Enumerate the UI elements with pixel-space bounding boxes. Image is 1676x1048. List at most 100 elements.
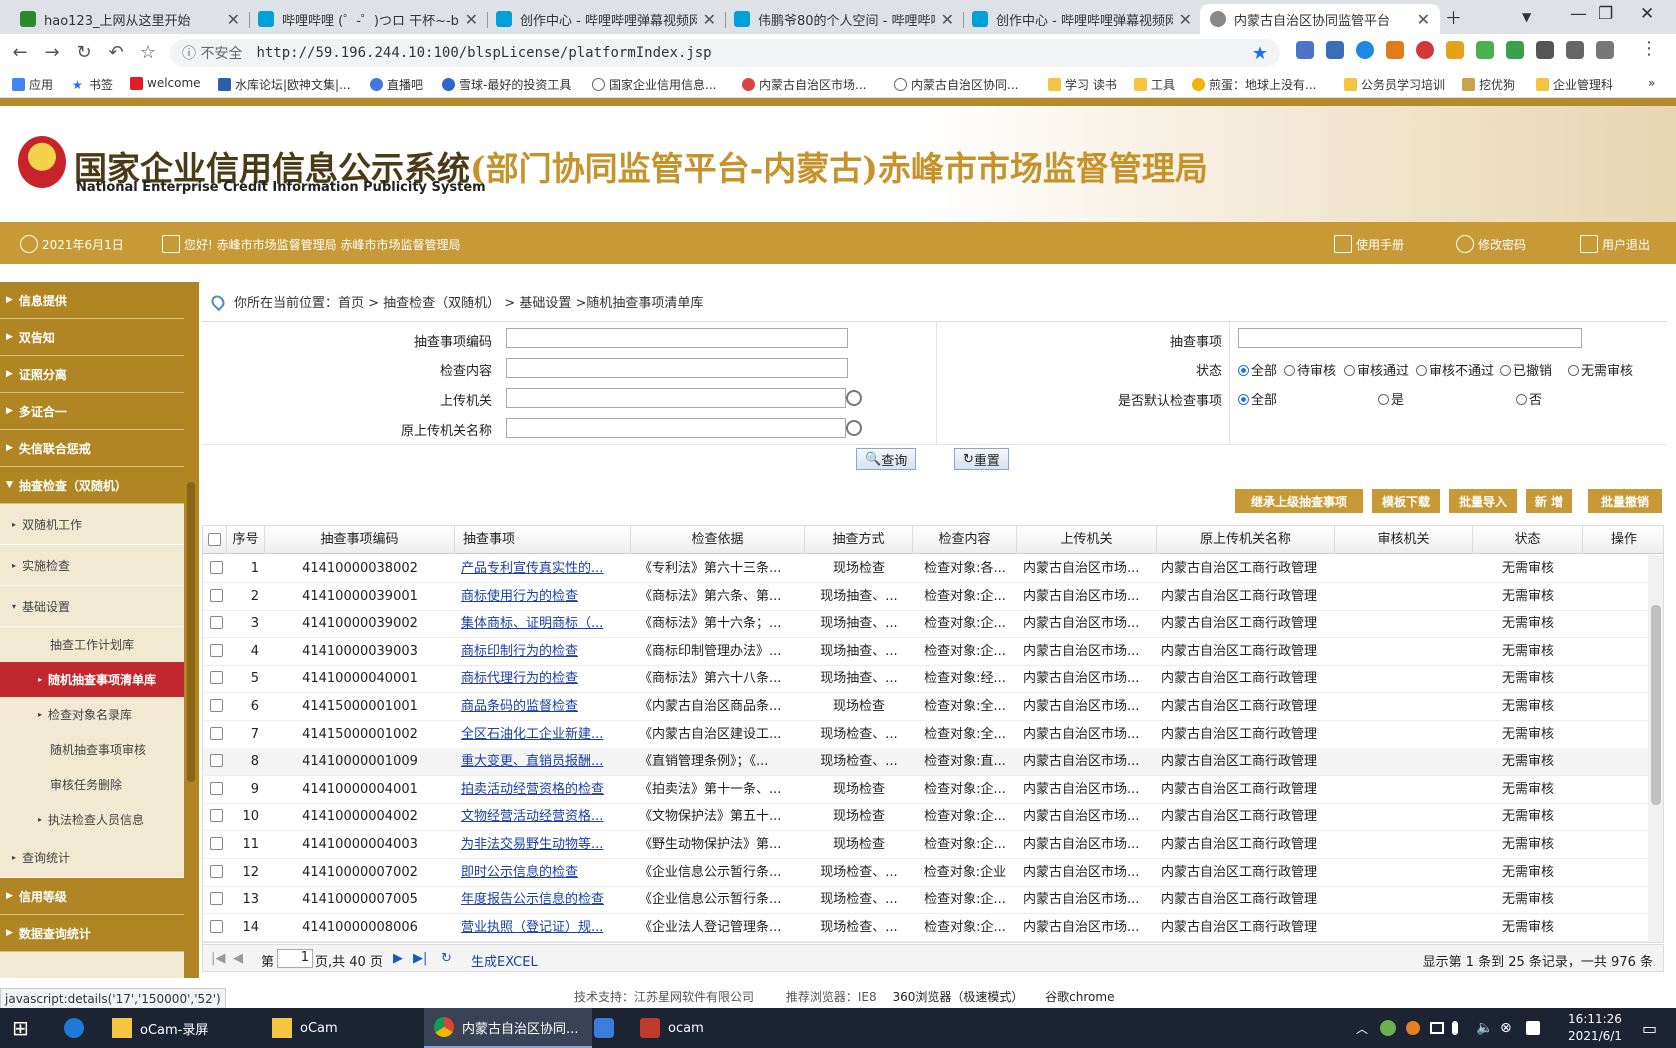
- tray-chevron-icon[interactable]: ︿: [1356, 1008, 1368, 1048]
- logout-link[interactable]: 用户退出: [1580, 235, 1650, 253]
- sidebar-section[interactable]: ▶ 失信联合惩戒: [0, 430, 184, 467]
- first-page-icon[interactable]: |◀: [211, 951, 225, 966]
- taskbar-item[interactable]: oCam: [272, 1008, 422, 1048]
- taskbar-item[interactable]: [594, 1008, 622, 1048]
- bookmarked-star-icon[interactable]: ★: [1252, 43, 1268, 64]
- menu-icon[interactable]: ⋮: [1640, 38, 1658, 59]
- change-password-link[interactable]: 修改密码: [1456, 235, 1526, 253]
- close-tab-icon[interactable]: ✕: [1179, 10, 1192, 29]
- status-radio-revoked[interactable]: 已撤销: [1500, 360, 1552, 379]
- minimize-icon[interactable]: —: [1570, 4, 1587, 24]
- browser-tab[interactable]: 创作中心 - 哔哩哔哩弹幕视频网 ✕: [962, 4, 1202, 34]
- uploader-input[interactable]: [506, 388, 846, 408]
- taskbar-item[interactable]: oCam-录屏: [112, 1008, 272, 1048]
- orig-uploader-input[interactable]: [506, 418, 846, 438]
- bookmark-star-icon[interactable]: ☆: [132, 42, 164, 63]
- refresh-icon[interactable]: ↻: [441, 951, 452, 966]
- row-checkbox[interactable]: [210, 809, 223, 823]
- table-row[interactable]: 8 41410000001009 重大变更、直销员报酬... 《直销管理条例》；《..…: [203, 748, 1648, 777]
- select-all-checkbox[interactable]: [208, 533, 221, 546]
- browser-tab[interactable]: 创作中心 - 哔哩哔哩弹幕视频网 ✕: [486, 4, 726, 34]
- item-link[interactable]: 重大变更、直销员报酬...: [455, 748, 631, 776]
- bookmark-item[interactable]: 应用: [12, 76, 53, 93]
- item-link[interactable]: 商标印制行为的检查: [455, 638, 631, 666]
- batch-revoke-button[interactable]: 批量撤销: [1588, 489, 1662, 513]
- status-radio-no-review[interactable]: 无需审核: [1568, 360, 1633, 379]
- item-link[interactable]: 商标使用行为的检查: [455, 583, 631, 611]
- sidebar-subitem[interactable]: ▸ 检查对象名录库: [0, 697, 184, 732]
- extension-icon[interactable]: [1326, 41, 1344, 59]
- bookmark-item[interactable]: 挖优狗: [1462, 76, 1515, 93]
- row-checkbox[interactable]: [210, 892, 223, 906]
- row-checkbox[interactable]: [210, 837, 223, 850]
- table-row[interactable]: 2 41410000039001 商标使用行为的检查 《商标法》第六条、第... 现场抽…: [203, 583, 1648, 611]
- sidebar-item[interactable]: ▸ 实施检查: [0, 545, 184, 586]
- sidebar-subitem[interactable]: 随机抽查事项审核: [0, 732, 184, 767]
- windows-start-icon[interactable]: ⊞: [12, 1008, 29, 1048]
- column-header[interactable]: 检查内容: [913, 526, 1017, 554]
- item-link[interactable]: 全区石油化工企业新建...: [455, 721, 631, 749]
- table-row[interactable]: 12 41410000007002 即时公示信息的检查 《企业信息公示暂行条... 现场…: [203, 859, 1648, 887]
- content-input[interactable]: [506, 358, 848, 378]
- table-row[interactable]: 6 41415000001001 商品条码的监督检查 《内蒙古自治区商品条... 现场检…: [203, 693, 1648, 721]
- table-row[interactable]: 4 41410000039003 商标印制行为的检查 《商标印制管理办法》... 现场抽…: [203, 638, 1648, 666]
- column-header[interactable]: 状态: [1473, 526, 1583, 554]
- reload-icon[interactable]: ↻: [68, 42, 100, 63]
- status-radio-approved[interactable]: 审核通过: [1344, 360, 1409, 379]
- query-button[interactable]: 🔍 查询: [856, 448, 917, 470]
- column-header[interactable]: 序号: [227, 526, 265, 554]
- forward-icon[interactable]: →: [36, 42, 68, 63]
- row-checkbox[interactable]: [210, 919, 223, 933]
- last-page-icon[interactable]: ▶|: [413, 951, 427, 966]
- sidebar-scrollbar[interactable]: [184, 282, 199, 978]
- microphone-icon[interactable]: [1452, 1008, 1466, 1048]
- sidebar-subitem[interactable]: 抽查工作计划库: [0, 627, 184, 662]
- sidebar-item-base-settings[interactable]: ▾ 基础设置: [0, 586, 184, 627]
- column-header[interactable]: 抽查事项: [455, 526, 631, 554]
- volume-icon[interactable]: 🔈: [1476, 1008, 1493, 1048]
- sidebar-subitem[interactable]: ▸ 执法检查人员信息: [0, 802, 184, 837]
- item-link[interactable]: 商品条码的监督检查: [455, 693, 631, 721]
- column-header[interactable]: 上传机关: [1017, 526, 1157, 554]
- item-link[interactable]: 营业执照（登记证）规...: [455, 914, 631, 942]
- item-link[interactable]: 集体商标、证明商标（...: [455, 610, 631, 638]
- bookmark-item[interactable]: ★ 书签: [72, 76, 113, 93]
- extension-icon[interactable]: [1476, 41, 1494, 59]
- row-checkbox[interactable]: [210, 643, 223, 657]
- bookmark-item[interactable]: 内蒙古自治区协同...: [894, 76, 1018, 93]
- crop-icon[interactable]: [1566, 41, 1584, 59]
- sidebar-subitem[interactable]: 审核任务删除: [0, 767, 184, 802]
- add-button[interactable]: 新 增: [1526, 489, 1572, 513]
- edge-icon[interactable]: [64, 1008, 92, 1048]
- bookmark-folder[interactable]: 学习 读书: [1048, 76, 1117, 93]
- taskbar-item-active[interactable]: 内蒙古自治区协同...: [424, 1008, 592, 1048]
- browser-tab[interactable]: 哔哩哔哩 (゜-゜)つロ 干杯~-bili ✕: [248, 4, 488, 34]
- sidebar-item[interactable]: ▸ 双随机工作: [0, 504, 184, 545]
- sidebar-subitem-active[interactable]: ▸ 随机抽查事项清单库: [0, 662, 184, 697]
- notification-icon[interactable]: ▭: [1642, 1008, 1657, 1048]
- status-radio-pending[interactable]: 待审核: [1284, 360, 1336, 379]
- tab-search-icon[interactable]: ▼: [1522, 10, 1531, 24]
- close-tab-icon[interactable]: ✕: [1417, 10, 1430, 29]
- manual-link[interactable]: 使用手册: [1334, 235, 1404, 253]
- row-checkbox[interactable]: [210, 588, 223, 602]
- column-header[interactable]: 抽查方式: [805, 526, 913, 554]
- download-badge-icon[interactable]: [1596, 41, 1614, 59]
- row-checkbox[interactable]: [210, 781, 223, 795]
- tray-close-icon[interactable]: ⊗: [1500, 1008, 1512, 1048]
- browser-tab[interactable]: hao123_上网从这里开始 ✕: [10, 4, 250, 34]
- table-row[interactable]: 7 41415000001002 全区石油化工企业新建... 《内蒙古自治区建设工..…: [203, 721, 1648, 749]
- table-row[interactable]: 9 41410000004001 拍卖活动经营资格的检查 《拍卖法》第十一条、... 现…: [203, 776, 1648, 804]
- sidebar-section[interactable]: ▶ 信息提供: [0, 282, 184, 319]
- row-checkbox[interactable]: [210, 699, 223, 712]
- sidebar-item[interactable]: ▸ 查询统计: [0, 837, 184, 878]
- column-header[interactable]: 审核机关: [1335, 526, 1473, 554]
- insecure-info-icon[interactable]: ⓘ 不安全: [182, 43, 242, 63]
- bookmark-folder[interactable]: 企业管理科: [1536, 76, 1613, 93]
- bookmark-folder[interactable]: 公务员学习培训: [1344, 76, 1445, 93]
- column-header[interactable]: 操作: [1583, 526, 1663, 554]
- column-header[interactable]: 原上传机关名称: [1157, 526, 1335, 554]
- sidebar-scroll-thumb[interactable]: [187, 482, 195, 782]
- sidebar-section[interactable]: ▶ 数据查询统计: [0, 915, 184, 952]
- next-page-icon[interactable]: ▶: [393, 951, 403, 966]
